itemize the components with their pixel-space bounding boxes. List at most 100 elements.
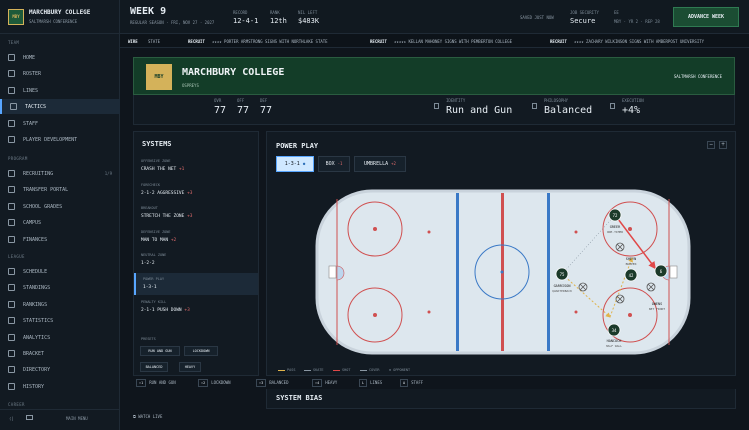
preset-heavy-button[interactable]: HEAVY — [179, 362, 201, 372]
nav-section-career: CAREER — [8, 402, 25, 407]
tab-1-3-1[interactable]: 1-3-1 ● — [276, 156, 314, 172]
system-row-neutral-zone[interactable]: NEUTRAL ZONE 1-2-2 — [134, 249, 258, 271]
team-conference: SALTMARSH CONFERENCE — [673, 74, 722, 79]
zoom-out-button[interactable]: − — [707, 141, 715, 149]
main-menu-link[interactable]: MAIN MENU — [66, 416, 88, 421]
ticker-item[interactable]: ★★★★ PORTER ARMSTRONG SIGNS WITH NORTHLA… — [212, 39, 328, 44]
rankings-icon — [8, 300, 15, 308]
system-row-defensive-zone[interactable]: DEFENSIVE ZONE MAN TO MAN +2 — [134, 226, 258, 248]
power-play-panel: POWER PLAY − + 1-3-1 ● BOX -1 UMBRELLA +… — [266, 131, 736, 376]
preset-balanced-button[interactable]: BALANCED — [140, 362, 168, 372]
shortcut-lines[interactable]: L LINES — [359, 379, 382, 387]
directory-icon — [8, 366, 15, 374]
system-row-offensive-zone[interactable]: OFFENSIVE ZONE CRASH THE NET +1 — [134, 155, 258, 177]
sidebar-item-label: HISTORY — [23, 383, 45, 390]
analytics-icon — [8, 333, 15, 341]
sidebar-item-standings[interactable]: STANDINGS — [0, 280, 120, 295]
sidebar-item-label: STATISTICS — [23, 318, 54, 325]
sidebar-item-lines[interactable]: LINES — [0, 83, 120, 98]
team-name: MARCHBURY COLLEGE — [182, 67, 285, 78]
ticker-tag: RECRUIT — [370, 39, 387, 44]
sidebar-item-label: CAMPUS — [23, 220, 42, 227]
sidebar-item-staff[interactable]: STAFF — [0, 116, 120, 131]
week-subtitle: REGULAR SEASON · FRI, NOV 27 · 2027 — [130, 20, 215, 25]
team-ratings: OVR 77 OFF 77 DEF 77 IDENTITY Run and Gu… — [133, 95, 735, 125]
identity-icon — [434, 103, 439, 109]
svg-text:HALF WALL: HALF WALL — [606, 344, 622, 348]
tab-umbrella[interactable]: UMBRELLA +2 — [354, 156, 406, 172]
ticker-item[interactable]: STATE — [148, 39, 160, 44]
development-icon — [8, 136, 15, 143]
system-row-breakout[interactable]: BREAKOUT STRETCH THE ZONE +3 — [134, 202, 258, 224]
ticker-item[interactable]: ★★★★ ZACHARY WILKINSON SIGNS WITH AMBERP… — [574, 39, 704, 44]
preset-lockdown-button[interactable]: LOCKDOWN — [184, 346, 218, 356]
sidebar-item-rankings[interactable]: RANKINGS — [0, 297, 120, 312]
sidebar-item-roster[interactable]: ROSTER — [0, 66, 120, 81]
staff-icon — [8, 119, 15, 127]
shortcut-lockdown[interactable]: ⇧2 LOCKDOWN — [198, 379, 230, 387]
sidebar-item-label: RECRUITING — [23, 171, 54, 177]
sidebar-item-player-development[interactable]: PLAYER DEVELOPMENT — [0, 132, 120, 147]
tab-box[interactable]: BOX -1 — [318, 156, 350, 172]
svg-text:34: 34 — [612, 328, 617, 333]
stat-record: RECORD 12-4-1 — [233, 10, 259, 25]
sidebar-item-analytics[interactable]: ANALYTICS — [0, 330, 120, 345]
sidebar-item-schedule[interactable]: SCHEDULE — [0, 264, 120, 279]
svg-text:ONE-TIMER: ONE-TIMER — [607, 230, 623, 234]
sidebar-item-tactics[interactable]: TACTICS — [0, 99, 120, 115]
finances-icon — [8, 235, 15, 243]
brand[interactable]: MBY MARCHBURY COLLEGE SALTMARSH CONFEREN… — [0, 0, 120, 34]
sidebar-item-school-grades[interactable]: SCHOOL GRADES — [0, 199, 120, 214]
svg-text:SHEYN: SHEYN — [626, 257, 637, 261]
shortcut-run-and-gun[interactable]: ⇧1 RUN AND GUN — [136, 379, 176, 387]
team-crest-icon: MBY — [8, 9, 24, 25]
sidebar-item-label: SCHOOL GRADES — [23, 203, 63, 210]
tactics-icon — [10, 103, 17, 111]
home-icon — [8, 54, 15, 61]
player-marker[interactable]: 6 — [654, 264, 668, 278]
sidebar-item-home[interactable]: HOME — [0, 50, 120, 65]
shortcut-heavy[interactable]: ⇧4 HEAVY — [312, 379, 337, 387]
ticker-item[interactable]: ★★★★★ KELLAN MAHONEY SIGNS WITH PEMBERTO… — [394, 39, 512, 44]
nav-section-team: TEAM — [8, 40, 20, 45]
legend-shot: SHOT — [333, 368, 350, 372]
shortcut-staff[interactable]: A STAFF — [400, 379, 423, 387]
lines-icon — [8, 86, 15, 94]
sidebar-item-label: STANDINGS — [23, 285, 51, 292]
sidebar-item-label: PLAYER DEVELOPMENT — [23, 137, 78, 143]
save-status: SAVED JUST NOW — [520, 15, 554, 20]
sidebar-item-label: FINANCES — [23, 236, 48, 243]
sidebar-item-bracket[interactable]: BRACKET — [0, 346, 120, 361]
sidebar-item-directory[interactable]: DIRECTORY — [0, 362, 120, 377]
sidebar-item-statistics[interactable]: STATISTICS — [0, 313, 120, 328]
brand-conference: SALTMARSH CONFERENCE — [29, 19, 78, 24]
watch-live-button[interactable]: ⧉ WATCH LIVE — [133, 414, 162, 419]
system-bias-panel: SYSTEM BIAS — [266, 389, 736, 409]
shortcut-balanced[interactable]: ⇧3 BALANCED — [256, 379, 288, 387]
sidebar-item-finances[interactable]: FINANCES — [0, 232, 120, 247]
system-row-penalty-kill[interactable]: PENALTY KILL 2-1-1 PUSH DOWN +3 — [134, 296, 258, 318]
stat-ee: EE MBY · YR 2 · REP 28 — [614, 10, 660, 24]
systems-panel: SYSTEMS OFFENSIVE ZONE CRASH THE NET +1 FO… — [133, 131, 259, 376]
collapse-icon[interactable]: ⟨| — [9, 416, 14, 421]
sidebar-item-campus[interactable]: CAMPUS — [0, 215, 120, 230]
recruiting-icon — [8, 170, 15, 177]
nav-section-league: LEAGUE — [8, 254, 25, 259]
svg-text:GREER: GREER — [610, 225, 621, 229]
svg-text:QUARTERBACK: QUARTERBACK — [552, 289, 572, 293]
preset-run-and-gun-button[interactable]: RUN AND GUN — [140, 346, 180, 356]
sidebar-item-recruiting[interactable]: RECRUITING 1/9 — [0, 166, 120, 181]
system-row-forecheck[interactable]: FORECHECK 2-1-2 AGGRESSIVE +3 — [134, 179, 258, 201]
zoom-in-button[interactable]: + — [719, 141, 727, 149]
sidebar-item-label: TRANSFER PORTAL — [23, 187, 69, 194]
system-bias-title: SYSTEM BIAS — [276, 394, 323, 402]
sidebar-item-transfer-portal[interactable]: TRANSFER PORTAL — [0, 182, 120, 197]
advance-week-button[interactable]: ADVANCE WEEK — [673, 7, 739, 27]
sidebar-item-label: TACTICS — [25, 104, 47, 111]
sidebar-item-history[interactable]: HISTORY — [0, 379, 120, 394]
execution: EXECUTION +4% — [610, 98, 644, 116]
ticker-tag: WIRE — [128, 39, 138, 44]
system-row-power-play[interactable]: POWER PLAY 1-3-1 — [134, 272, 258, 295]
brand-name: MARCHBURY COLLEGE — [29, 9, 91, 16]
badge-count: 1/9 — [104, 171, 112, 176]
